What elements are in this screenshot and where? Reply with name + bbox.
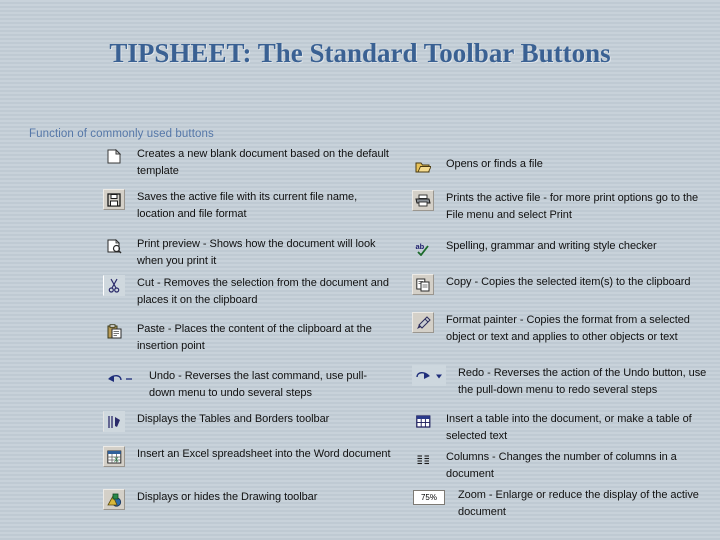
list-item: Prints the active file - for more print …: [412, 190, 712, 223]
list-item-label: Displays the Tables and Borders toolbar: [137, 413, 330, 425]
list-item: Saves the active file with its current f…: [103, 189, 393, 222]
list-item-label: Spelling, grammar and writing style chec…: [446, 240, 657, 252]
spelling-grammar-check-icon[interactable]: ab: [412, 238, 434, 259]
list-item: Copy - Copies the selected item(s) to th…: [412, 274, 712, 295]
tables-and-borders-pencil-icon[interactable]: [103, 411, 125, 432]
section-subheading: Function of commonly used buttons: [29, 128, 214, 140]
zoom-value[interactable]: 75%: [413, 490, 445, 505]
list-item-label: Opens or finds a file: [446, 158, 543, 170]
list-item-label: Prints the active file - for more print …: [446, 192, 699, 221]
redo-arrow-dropdown-icon[interactable]: [412, 365, 446, 386]
insert-table-grid-icon[interactable]: [412, 411, 434, 432]
list-item: Cut - Removes the selection from the doc…: [103, 275, 393, 308]
list-item-label: Insert an Excel spreadsheet into the Wor…: [137, 448, 391, 460]
list-item: Format painter - Copies the format from …: [412, 312, 712, 345]
drawing-toolbar-icon[interactable]: [103, 489, 125, 510]
list-item-label: Zoom - Enlarge or reduce the display of …: [458, 489, 699, 518]
columns-icon[interactable]: [412, 449, 434, 470]
list-item: ab Spelling, grammar and writing style c…: [412, 238, 712, 259]
list-item: Print preview - Shows how the document w…: [103, 236, 393, 269]
list-item-label: Columns - Changes the number of columns …: [446, 451, 677, 480]
format-painter-brush-icon[interactable]: [412, 312, 434, 333]
save-floppy-disk-icon[interactable]: [103, 189, 125, 210]
page-title: TIPSHEET: The Standard Toolbar Buttons: [109, 38, 611, 68]
open-folder-icon[interactable]: [412, 156, 434, 177]
list-item: Opens or finds a file: [412, 156, 712, 177]
zoom-percentage-box-icon[interactable]: 75%: [412, 487, 446, 508]
undo-arrow-dropdown-icon[interactable]: [103, 368, 137, 389]
list-item-label: Undo - Reverses the last command, use pu…: [149, 370, 367, 399]
list-item-label: Displays or hides the Drawing toolbar: [137, 491, 318, 503]
svg-text:ab: ab: [416, 242, 425, 251]
list-item: Undo - Reverses the last command, use pu…: [103, 368, 393, 401]
list-item-label: Format painter - Copies the format from …: [446, 314, 690, 343]
list-item-label: Creates a new blank document based on th…: [137, 148, 389, 177]
paste-clipboard-icon[interactable]: [103, 321, 125, 342]
list-item: Displays or hides the Drawing toolbar: [103, 489, 393, 510]
list-item: Columns - Changes the number of columns …: [412, 449, 712, 482]
print-preview-icon[interactable]: [103, 236, 125, 257]
list-item: Redo - Reverses the action of the Undo b…: [412, 365, 712, 398]
list-item: Insert a table into the document, or mak…: [412, 411, 712, 444]
list-item: X Insert an Excel spreadsheet into the W…: [103, 446, 393, 467]
list-item: Displays the Tables and Borders toolbar: [103, 411, 393, 432]
list-item: Creates a new blank document based on th…: [103, 146, 393, 179]
list-item-label: Copy - Copies the selected item(s) to th…: [446, 276, 691, 288]
list-item: 75% Zoom - Enlarge or reduce the display…: [412, 487, 712, 520]
list-item-label: Saves the active file with its current f…: [137, 191, 358, 220]
insert-excel-spreadsheet-icon[interactable]: X: [103, 446, 125, 467]
cut-scissors-icon[interactable]: [103, 275, 125, 296]
copy-icon[interactable]: [412, 274, 434, 295]
list-item-label: Insert a table into the document, or mak…: [446, 413, 692, 442]
list-item-label: Redo - Reverses the action of the Undo b…: [458, 367, 707, 396]
list-item-label: Print preview - Shows how the document w…: [137, 238, 376, 267]
list-item-label: Cut - Removes the selection from the doc…: [137, 277, 389, 306]
slide-canvas: TIPSHEET: The Standard Toolbar Buttons F…: [0, 0, 720, 540]
svg-text:X: X: [114, 457, 119, 464]
new-document-icon[interactable]: [103, 146, 125, 167]
list-item: Paste - Places the content of the clipbo…: [103, 321, 393, 354]
list-item-label: Paste - Places the content of the clipbo…: [137, 323, 372, 352]
print-printer-icon[interactable]: [412, 190, 434, 211]
